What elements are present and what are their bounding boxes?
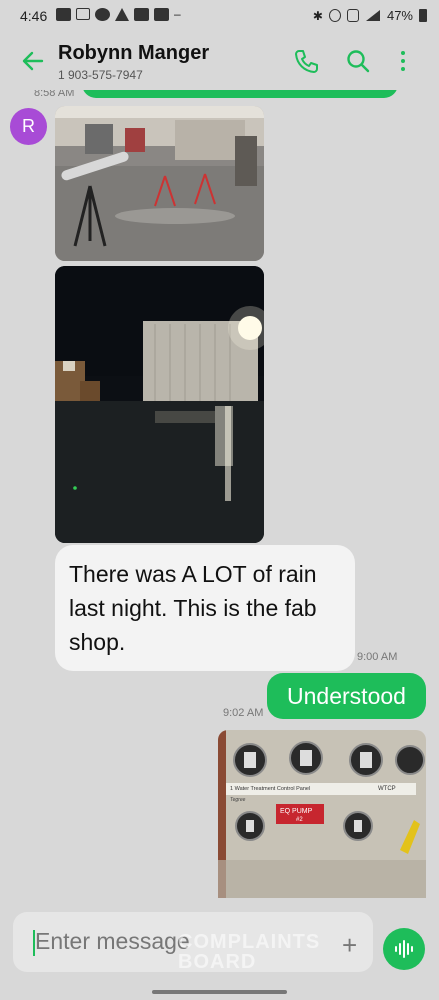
outgoing-message-bubble[interactable]: Understood — [267, 673, 426, 719]
battery-percent: 47% — [386, 8, 413, 23]
phone-call-icon[interactable] — [293, 48, 319, 74]
watermark-logo: COMPLAINTS BOARD — [178, 932, 320, 972]
contact-phone: 1 903-575-7947 — [58, 68, 143, 82]
previous-timestamp: 8:58 AM — [34, 90, 75, 99]
message-input-placeholder: Enter message — [35, 928, 190, 954]
notification-icons: – — [56, 7, 181, 21]
more-options-icon[interactable] — [390, 48, 416, 74]
watermark-line1: COMPLAINTS — [178, 931, 321, 953]
outgoing-timestamp: 9:02 AM — [223, 707, 264, 719]
panel-code: WTCP — [378, 786, 396, 792]
youtube-icon — [56, 7, 71, 21]
app-n-icon — [134, 7, 149, 21]
alert-icon — [115, 7, 129, 21]
avatar[interactable]: R — [10, 108, 47, 145]
previous-outgoing-bubble[interactable] — [82, 90, 398, 98]
signal-icon — [365, 10, 380, 21]
status-bar: 4:46 – ✱ 47% — [0, 0, 439, 32]
pump-number: #2 — [296, 817, 303, 823]
panel-brand: Tegree — [230, 797, 246, 803]
incoming-message-bubble[interactable]: There was A LOT of rain last night. This… — [55, 545, 355, 671]
watermark-line2: BOARD — [178, 951, 257, 973]
voice-wave-icon — [395, 940, 413, 958]
battery-icon — [419, 9, 427, 22]
panel-title: 1 Water Treatment Control Panel — [230, 786, 310, 792]
message-icon — [76, 8, 90, 20]
contact-name[interactable]: Robynn Manger — [58, 42, 209, 65]
message-composer: Enter message + COMPLAINTS BOARD — [0, 898, 439, 1000]
back-arrow-icon[interactable] — [20, 48, 46, 74]
status-time: 4:46 — [20, 8, 48, 24]
conversation-header: Robynn Manger 1 903-575-7947 — [0, 32, 439, 90]
flooded-yard-night-photo[interactable] — [55, 266, 264, 543]
app-n2-icon — [154, 7, 169, 21]
nfc-icon — [346, 9, 359, 22]
messenger-icon — [95, 7, 110, 21]
message-list[interactable]: 8:58 AM R There was A LOT of rain last n… — [0, 90, 439, 898]
voice-message-button[interactable] — [383, 928, 425, 970]
incoming-timestamp: 9:00 AM — [357, 651, 398, 663]
more-notifications-icon: – — [174, 7, 181, 21]
bluetooth-icon: ✱ — [312, 8, 323, 23]
alarm-icon — [328, 9, 341, 22]
home-indicator[interactable] — [152, 990, 287, 994]
add-attachment-icon[interactable]: + — [342, 930, 357, 961]
flooded-shop-interior-photo[interactable] — [55, 106, 264, 261]
system-icons: ✱ 47% — [313, 8, 427, 23]
search-icon[interactable] — [345, 48, 371, 74]
control-panel-photo[interactable]: 1 Water Treatment Control Panel WTCP Teg… — [218, 730, 426, 898]
pump-label: EQ PUMP — [280, 808, 313, 815]
